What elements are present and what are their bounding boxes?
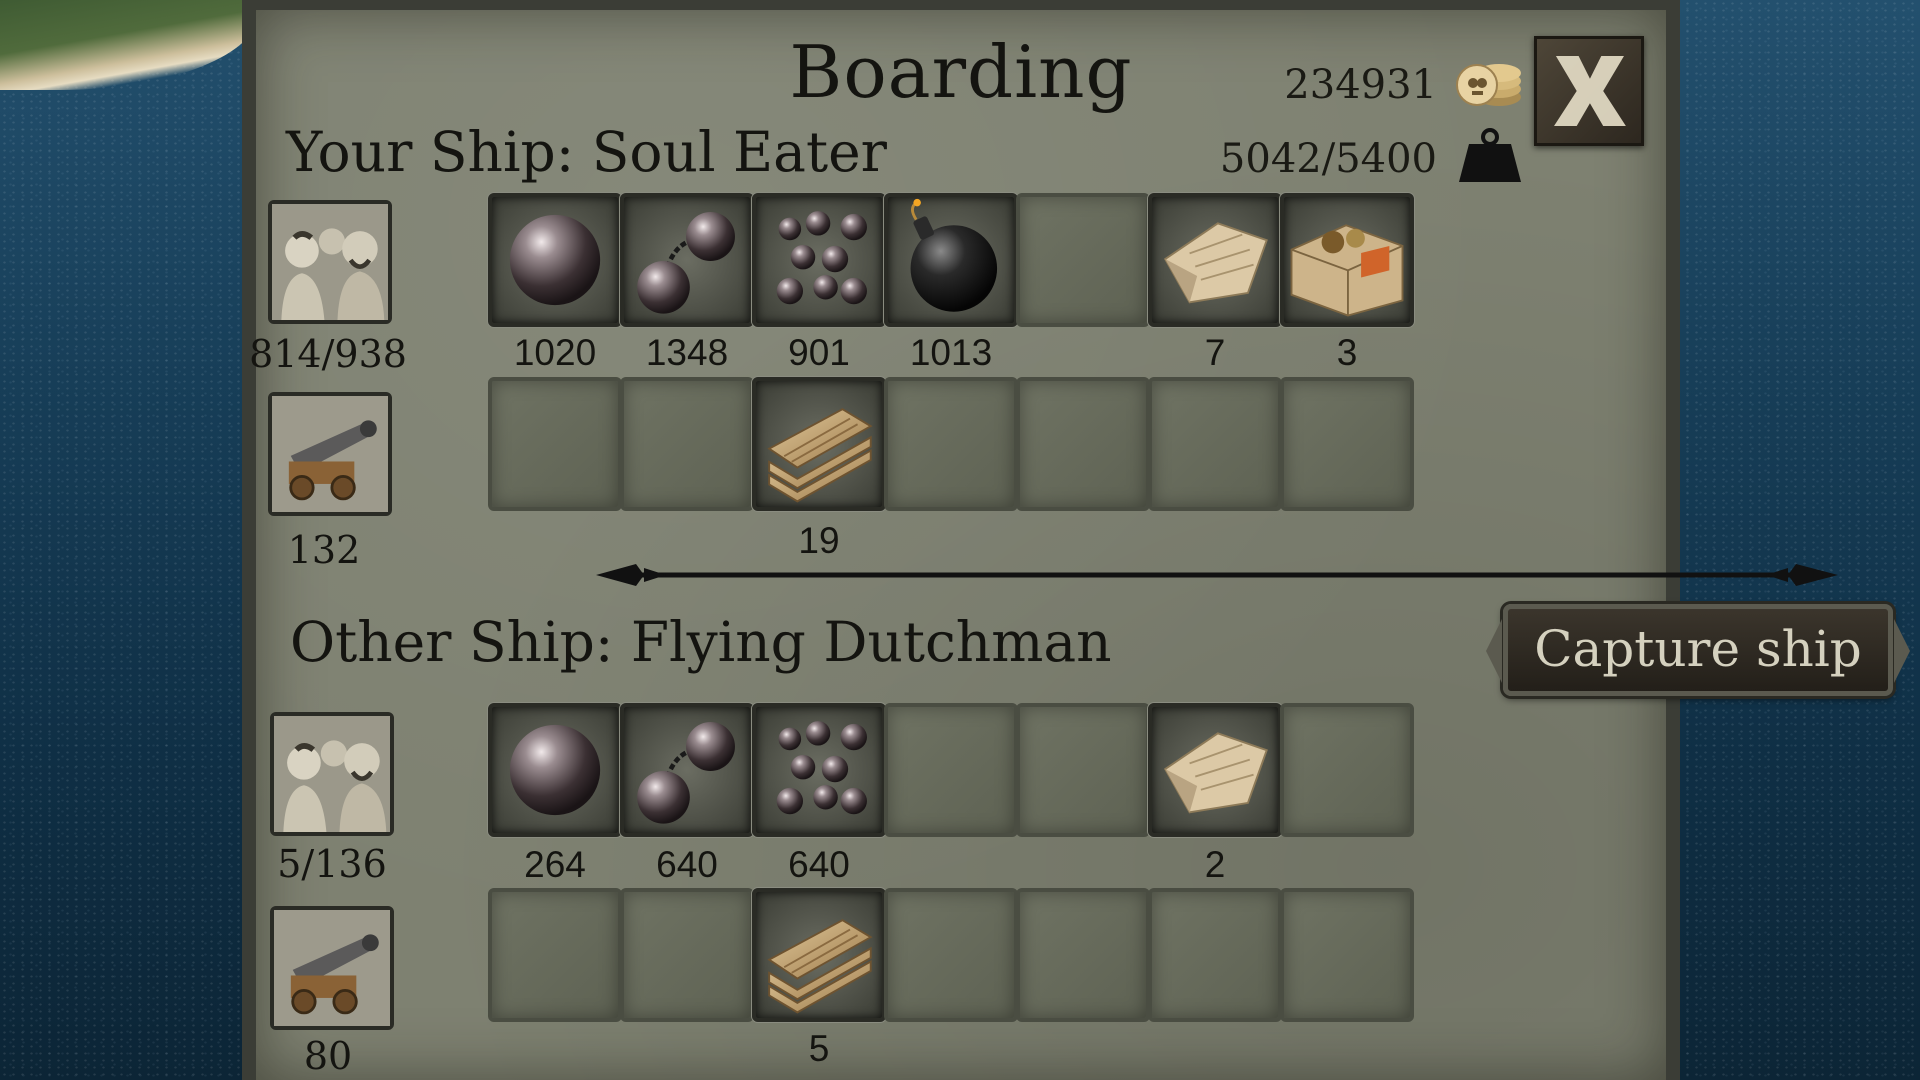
cargo-slot[interactable]: [884, 193, 1018, 327]
empty-cargo-slot[interactable]: [1016, 888, 1150, 1022]
cannonball-icon: [492, 707, 618, 833]
cargo-weight: 5042/5400: [1219, 136, 1437, 182]
other-ship-label: Other Ship: Flying Dutchman: [290, 610, 1112, 674]
capture-ship-button[interactable]: Capture ship: [1486, 604, 1910, 696]
other-crew-slot[interactable]: [270, 712, 394, 836]
empty-cargo-slot[interactable]: [884, 888, 1018, 1022]
supply-crate-icon: [1284, 197, 1410, 323]
cargo-slot[interactable]: [488, 703, 622, 837]
bomb-icon: [888, 197, 1014, 323]
your-crew-count: 814/938: [249, 332, 407, 376]
cannonball-icon: [492, 197, 618, 323]
chain-shot-icon: [624, 197, 750, 323]
cargo-slot[interactable]: [620, 703, 754, 837]
empty-cargo-slot[interactable]: [1148, 888, 1282, 1022]
empty-cargo-slot[interactable]: [620, 377, 754, 511]
chain-shot-icon: [624, 707, 750, 833]
item-count: 19: [798, 520, 840, 561]
grapeshot-icon: [756, 707, 882, 833]
close-button[interactable]: [1534, 36, 1644, 146]
cargo-slot[interactable]: [752, 193, 886, 327]
cargo-slot[interactable]: [1148, 193, 1282, 327]
close-icon: [1554, 56, 1626, 126]
transfer-divider: [596, 564, 1838, 586]
cargo-slot[interactable]: [1280, 193, 1414, 327]
item-count: 2: [1204, 844, 1226, 885]
cannon-icon: [274, 910, 390, 1026]
your-ship-label: Your Ship: Soul Eater: [286, 120, 887, 184]
empty-cargo-slot[interactable]: [884, 377, 1018, 511]
empty-cargo-slot[interactable]: [488, 377, 622, 511]
empty-cargo-slot[interactable]: [1280, 888, 1414, 1022]
crew-icon: [272, 204, 388, 320]
empty-cargo-slot[interactable]: [488, 888, 622, 1022]
empty-cargo-slot[interactable]: [1016, 193, 1150, 327]
weight-icon: [1457, 128, 1523, 184]
gold-coins-icon: [1453, 45, 1523, 111]
item-count: 5: [808, 1028, 830, 1069]
sailcloth-icon: [1152, 197, 1278, 323]
other-crew-count: 5/136: [277, 842, 387, 886]
cannon-icon: [272, 396, 388, 512]
boarding-panel: Boarding 234931 5042/5400 Your Ship: Sou…: [242, 0, 1910, 1080]
cargo-slot[interactable]: [752, 888, 886, 1022]
sailcloth-icon: [1152, 707, 1278, 833]
cargo-slot[interactable]: [752, 703, 886, 837]
empty-cargo-slot[interactable]: [1148, 377, 1282, 511]
crew-icon: [274, 716, 390, 832]
your-crew-slot[interactable]: [268, 200, 392, 324]
empty-cargo-slot[interactable]: [1016, 377, 1150, 511]
gold-amount: 234931: [1284, 62, 1437, 108]
item-count: 640: [788, 844, 850, 885]
planks-icon: [756, 892, 882, 1018]
empty-cargo-slot[interactable]: [1016, 703, 1150, 837]
other-cannons-slot[interactable]: [270, 906, 394, 1030]
item-count: 3: [1336, 332, 1358, 373]
grapeshot-icon: [756, 197, 882, 323]
your-cannons-count: 132: [287, 528, 361, 572]
cargo-slot[interactable]: [488, 193, 622, 327]
your-cannons-slot[interactable]: [268, 392, 392, 516]
planks-icon: [756, 381, 882, 507]
cargo-slot[interactable]: [752, 377, 886, 511]
other-cannons-count: 80: [303, 1034, 353, 1078]
empty-cargo-slot[interactable]: [620, 888, 754, 1022]
empty-cargo-slot[interactable]: [1280, 703, 1414, 837]
item-count: 1013: [909, 332, 993, 373]
cargo-slot[interactable]: [1148, 703, 1282, 837]
empty-cargo-slot[interactable]: [884, 703, 1018, 837]
empty-cargo-slot[interactable]: [1280, 377, 1414, 511]
cargo-slot[interactable]: [620, 193, 754, 327]
